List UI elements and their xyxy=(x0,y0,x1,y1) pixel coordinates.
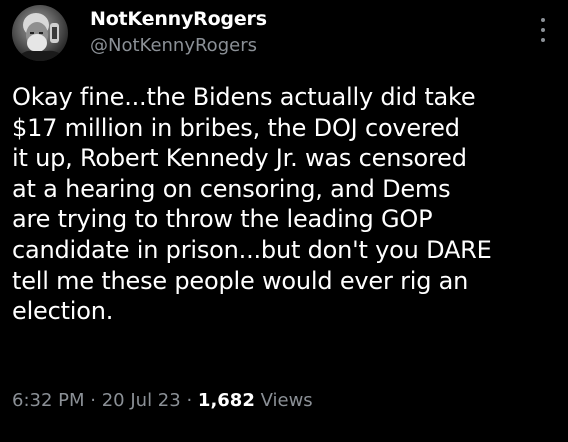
user-handle[interactable]: @NotKennyRogers xyxy=(90,35,257,56)
tweet-text-line: election. xyxy=(12,297,114,326)
meta-separator: · xyxy=(90,390,96,411)
tweet-text-line: are trying to throw the leading GOP xyxy=(12,205,433,234)
tweet-text-line: at a hearing on censoring, and Dems xyxy=(12,174,451,203)
tweet-card: NotKennyRogers @NotKennyRogers Okay fine… xyxy=(0,0,568,442)
views-count[interactable]: 1,682 xyxy=(198,390,255,411)
more-dot xyxy=(541,38,545,42)
display-name[interactable]: NotKennyRogers xyxy=(90,8,267,30)
tweet-date[interactable]: 20 Jul 23 xyxy=(102,390,181,411)
tweet-text-line: it up, Robert Kennedy Jr. was censored xyxy=(12,144,467,173)
more-dot xyxy=(541,18,545,22)
more-dot xyxy=(541,28,545,32)
meta-separator: · xyxy=(186,390,193,411)
tweet-text-line: tell me these people would ever rig an xyxy=(12,266,469,295)
tweet-meta: 6:32 PM · 20 Jul 23 · 1,682 Views xyxy=(12,390,313,411)
views-label: Views xyxy=(260,390,313,411)
tweet-text-line: Okay fine...the Bidens actually did take xyxy=(12,83,476,111)
tweet-text: Okay fine...the Bidens actually did take… xyxy=(12,82,557,327)
tweet-text-line: $17 million in bribes, the DOJ covered xyxy=(12,113,460,142)
tweet-time[interactable]: 6:32 PM xyxy=(12,390,85,411)
avatar[interactable] xyxy=(12,5,68,61)
tweet-text-line: candidate in prison...but don't you DARE xyxy=(12,235,492,264)
more-vertical-icon[interactable] xyxy=(540,18,546,42)
